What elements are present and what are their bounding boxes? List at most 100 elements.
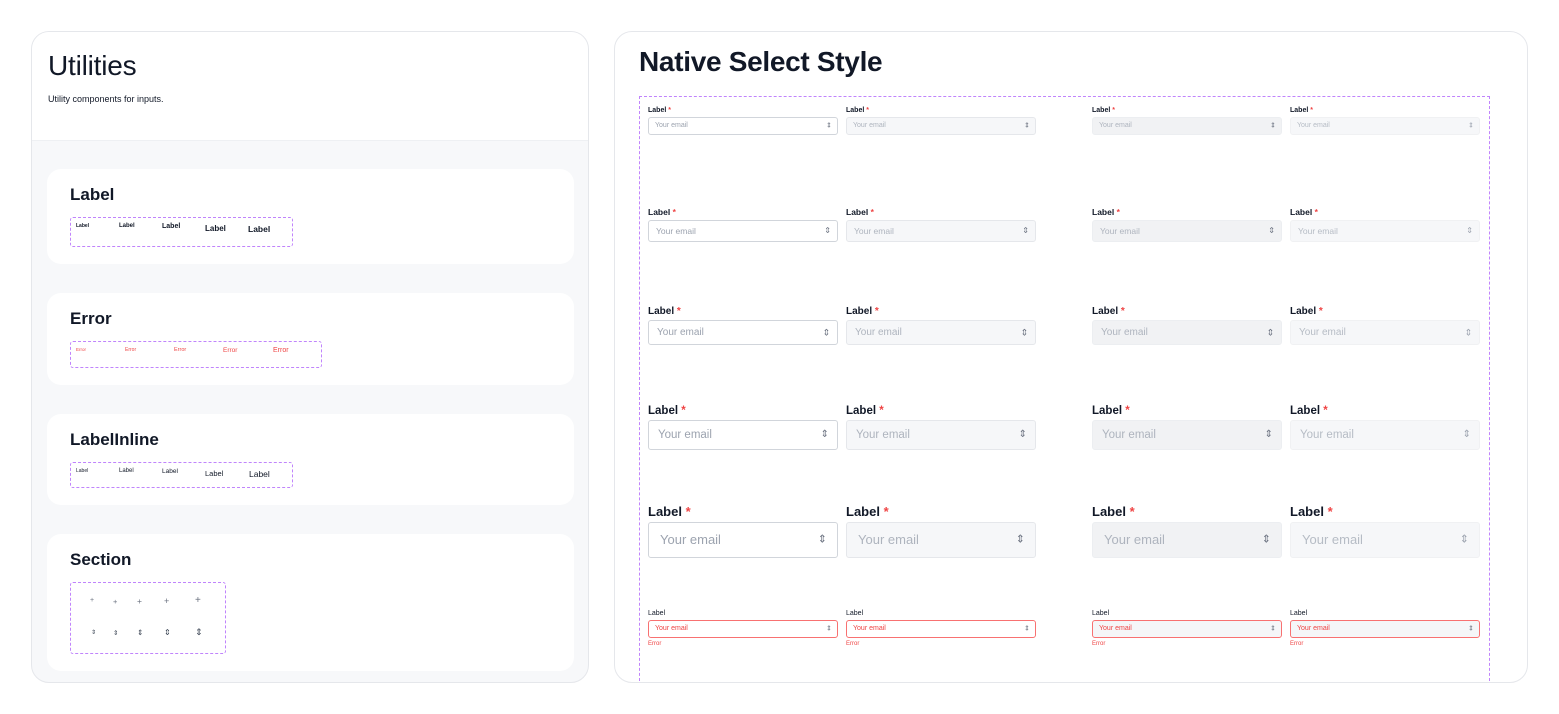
page-description: Utility components for inputs.: [48, 94, 164, 104]
select-input[interactable]: Your email ⇕: [846, 420, 1036, 450]
chevron-up-down-icon: ⇕: [195, 627, 203, 637]
plus-icon: +: [164, 596, 170, 606]
select-input[interactable]: Your email ⇕: [1290, 522, 1480, 558]
error-sample-xl: Error: [273, 347, 289, 354]
select-field-sm-filled-disabled: Label * Your email ⇕: [1290, 207, 1480, 242]
select-field-xl-filled: Label * Your email ⇕: [1092, 504, 1282, 558]
field-label: Label *: [846, 504, 889, 519]
select-field-md-disabled: Label * Your email ⇕: [846, 306, 1036, 345]
select-input[interactable]: Your email ⇕: [648, 522, 838, 558]
select-field-error-default: Label Your email ⇕ Error: [648, 610, 838, 647]
field-label: Label *: [846, 207, 874, 217]
select-field-sm-default: Label * Your email ⇕: [648, 207, 838, 242]
chevron-up-down-icon: ⇕: [1270, 122, 1276, 130]
chevron-up-down-icon: ⇕: [1020, 327, 1028, 337]
label-inline-samples-frame: Label Label Label Label Label: [70, 462, 293, 488]
chevron-up-down-icon: ⇕: [1468, 122, 1474, 130]
error-samples-frame: Error Error Error Error Error: [70, 341, 322, 368]
select-input[interactable]: Your email ⇕: [846, 220, 1036, 242]
select-field-error-filled-disabled: Label Your email ⇕ Error: [1290, 610, 1480, 647]
select-input[interactable]: Your email ⇕: [846, 620, 1036, 638]
plus-icon: +: [113, 597, 118, 606]
select-input[interactable]: Your email ⇕: [1290, 320, 1480, 345]
label-card: Label Label Label Label Label Label: [47, 169, 574, 264]
select-input[interactable]: Your email ⇕: [1290, 220, 1480, 242]
field-label: Label *: [648, 405, 686, 417]
field-label: Label *: [846, 405, 884, 417]
select-input[interactable]: Your email ⇕: [846, 117, 1036, 135]
chevron-up-down-icon: ⇕: [1268, 226, 1275, 235]
select-field-xs-filled-disabled: Label * Your email ⇕: [1290, 107, 1480, 135]
chevron-up-down-icon: ⇕: [91, 630, 97, 636]
plus-icon: +: [195, 595, 201, 606]
field-label: Label *: [648, 504, 691, 519]
chevron-up-down-icon: ⇕: [826, 122, 832, 130]
field-label: Label *: [1290, 306, 1323, 317]
chevron-up-down-icon: ⇕: [1024, 625, 1030, 633]
chevron-up-down-icon: ⇕: [1462, 429, 1471, 440]
label-inline-sample-lg: Label: [205, 469, 224, 478]
select-input[interactable]: Your email ⇕: [1290, 420, 1480, 450]
error-sample-md: Error: [174, 347, 187, 353]
select-field-md-filled: Label * Your email ⇕: [1092, 306, 1282, 345]
label-card-title: Label: [70, 185, 115, 204]
chevron-up-down-icon: ⇕: [1018, 429, 1027, 440]
chevron-up-down-icon: ⇕: [1270, 625, 1276, 633]
field-label: Label *: [1092, 405, 1130, 417]
select-field-sm-filled: Label * Your email ⇕: [1092, 207, 1282, 242]
field-error-text: Error: [846, 641, 860, 647]
plus-icon: +: [137, 596, 142, 606]
utilities-panel: Utilities Utility components for inputs.…: [31, 31, 589, 683]
chevron-up-down-icon: ⇕: [1466, 226, 1473, 235]
chevron-up-down-icon: ⇕: [1022, 226, 1029, 235]
utilities-header: Utilities Utility components for inputs.: [32, 32, 588, 141]
select-field-sm-disabled: Label * Your email ⇕: [846, 207, 1036, 242]
select-input[interactable]: Your email ⇕: [648, 220, 838, 242]
error-sample-sm: Error: [125, 347, 137, 353]
select-input[interactable]: Your email ⇕: [1290, 620, 1480, 638]
field-label: Label *: [1092, 207, 1120, 217]
select-input[interactable]: Your email ⇕: [1092, 320, 1282, 345]
select-input[interactable]: Your email ⇕: [846, 522, 1036, 558]
field-label: Label: [846, 610, 864, 617]
section-card: Section + + + + + ⇕ ⇕ ⇕ ⇕ ⇕: [47, 534, 574, 671]
select-input[interactable]: Your email ⇕: [846, 320, 1036, 345]
field-error-text: Error: [1092, 641, 1106, 647]
chevron-up-down-icon: ⇕: [826, 625, 832, 633]
select-input[interactable]: Your email ⇕: [648, 620, 838, 638]
field-label: Label *: [1092, 306, 1125, 317]
chevron-up-down-icon: ⇕: [822, 327, 830, 337]
chevron-up-down-icon: ⇕: [1459, 533, 1469, 546]
error-sample-xs: Error: [76, 347, 86, 352]
select-field-error-filled: Label Your email ⇕ Error: [1092, 610, 1282, 647]
select-input[interactable]: Your email ⇕: [648, 420, 838, 450]
label-inline-sample-xl: Label: [249, 469, 270, 479]
chevron-up-down-icon: ⇕: [1468, 625, 1474, 633]
select-input[interactable]: Your email ⇕: [648, 320, 838, 345]
chevron-up-down-icon: ⇕: [1024, 122, 1030, 130]
section-samples-frame: + + + + + ⇕ ⇕ ⇕ ⇕ ⇕: [70, 582, 226, 654]
label-inline-sample-sm: Label: [119, 468, 134, 474]
select-input[interactable]: Your email ⇕: [1290, 117, 1480, 135]
chevron-up-down-icon: ⇕: [1015, 533, 1025, 546]
label-samples-frame: Label Label Label Label Label: [70, 217, 293, 247]
select-input[interactable]: Your email ⇕: [1092, 620, 1282, 638]
chevron-up-down-icon: ⇕: [164, 628, 171, 637]
select-input[interactable]: Your email ⇕: [1092, 420, 1282, 450]
error-card-title: Error: [70, 309, 112, 328]
label-sample-sm: Label: [119, 223, 135, 229]
field-label: Label: [1290, 610, 1308, 617]
select-field-lg-default: Label * Your email ⇕: [648, 405, 838, 450]
select-input[interactable]: Your email ⇕: [1092, 522, 1282, 558]
chevron-up-down-icon: ⇕: [113, 630, 119, 637]
select-input[interactable]: Your email ⇕: [1092, 117, 1282, 135]
field-label: Label *: [1290, 107, 1313, 114]
label-sample-lg: Label: [205, 224, 226, 233]
select-input[interactable]: Your email ⇕: [648, 117, 838, 135]
select-field-md-default: Label * Your email ⇕: [648, 306, 838, 345]
select-field-xl-default: Label * Your email ⇕: [648, 504, 838, 558]
error-sample-lg: Error: [223, 347, 238, 354]
select-input[interactable]: Your email ⇕: [1092, 220, 1282, 242]
native-select-title: Native Select Style: [639, 46, 883, 77]
field-label: Label *: [1092, 504, 1135, 519]
